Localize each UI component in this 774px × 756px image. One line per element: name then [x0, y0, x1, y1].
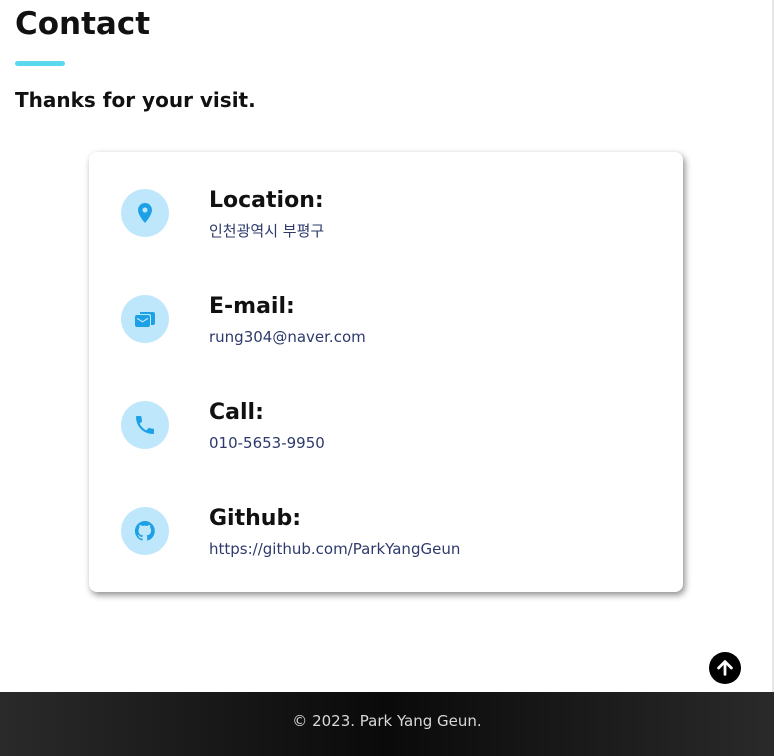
contact-item-github: Github: https://github.com/ParkYangGeun [89, 470, 683, 558]
scroll-to-top-button[interactable] [709, 652, 741, 684]
email-label: E-mail: [209, 294, 295, 319]
email-link[interactable]: rung304@naver.com [209, 326, 366, 348]
footer: © 2023. Park Yang Geun. [0, 692, 774, 756]
title-underline [15, 61, 65, 66]
location-value: 인천광역시 부평구 [209, 222, 325, 240]
contact-page: Contact Thanks for your visit. Location:… [0, 0, 774, 756]
location-pin-icon [121, 189, 169, 237]
github-label: Github: [209, 506, 301, 531]
call-label: Call: [209, 400, 264, 425]
mail-icon [121, 295, 169, 343]
phone-link[interactable]: 010-5653-9950 [209, 432, 325, 454]
contact-item-location: Location: 인천광역시 부평구 [89, 152, 683, 240]
copyright-text: © 2023. Park Yang Geun. [292, 712, 482, 730]
github-icon [121, 507, 169, 555]
phone-icon [121, 401, 169, 449]
arrow-up-icon [717, 660, 733, 676]
page-subtitle: Thanks for your visit. [15, 88, 256, 112]
location-label: Location: [209, 188, 324, 213]
contact-item-email: E-mail: rung304@naver.com [89, 258, 683, 346]
contact-item-call: Call: 010-5653-9950 [89, 364, 683, 452]
contact-card: Location: 인천광역시 부평구 E-mail: rung304@nave… [89, 152, 683, 592]
page-title: Contact [15, 6, 151, 42]
github-link[interactable]: https://github.com/ParkYangGeun [209, 538, 460, 560]
